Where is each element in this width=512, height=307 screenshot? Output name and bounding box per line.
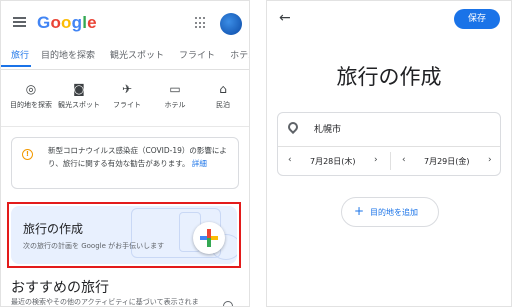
logo-letter: o	[61, 13, 72, 32]
category-hotels[interactable]: ▭ ホテル	[151, 81, 199, 115]
add-destination-label: 目的地を追加	[370, 208, 418, 217]
start-date-prev-icon[interactable]: ‹	[288, 155, 292, 165]
recommended-trips-title: おすすめの旅行	[11, 280, 109, 296]
logo-letter: G	[37, 13, 51, 32]
flight-icon: ✈	[121, 82, 133, 96]
recommended-trips-subtitle: 最近の検索やその他のアクティビティに基づいて表示されま	[11, 298, 199, 306]
back-arrow-icon[interactable]: ←	[279, 10, 291, 26]
logo-letter: e	[87, 13, 97, 32]
destination-field[interactable]: 札幌市	[314, 122, 341, 135]
apps-grid-icon[interactable]	[195, 17, 207, 29]
home-icon: ⌂	[219, 82, 227, 96]
camera-icon: ◙	[73, 82, 85, 96]
add-destination-button[interactable]: + 目的地を追加	[341, 197, 439, 227]
end-date-prev-icon[interactable]: ‹	[402, 155, 406, 165]
category-shortcuts: ◎ 目的地を探索 ◙ 観光スポット ✈ フライト ▭ ホテル ⌂ 民泊	[7, 81, 247, 115]
travel-home-screen: Google 旅行 目的地を探索 観光スポット フライト ホテル 民 ◎ 目的地…	[0, 0, 250, 307]
location-pin-icon	[285, 119, 301, 135]
tab-flights[interactable]: フライト	[169, 45, 220, 67]
create-trip-card[interactable]: 旅行の作成 次の旅行の計画を Google がお手伝いします	[11, 206, 237, 264]
info-icon[interactable]	[223, 301, 233, 306]
google-logo[interactable]: Google	[37, 13, 97, 33]
tab-travel[interactable]: 旅行	[1, 45, 32, 67]
plus-icon-part	[200, 236, 207, 240]
category-label: ホテル	[164, 101, 186, 109]
create-trip-screen: ← 保存 旅行の作成 札幌市 ‹ 7月28日(木) › ‹ 7月29日(金) ›…	[266, 0, 512, 307]
category-flights[interactable]: ✈ フライト	[103, 81, 151, 115]
category-label: 観光スポット	[58, 101, 100, 109]
covid-advisory-card: ! 新型コロナウイルス感染症（COVID-19）の影響により、旅行に関する有効な…	[11, 137, 239, 189]
advisory-details-link[interactable]: 詳細	[192, 159, 207, 168]
date-range-row: ‹ 7月28日(木) › ‹ 7月29日(金) ›	[278, 147, 500, 176]
section-divider	[1, 126, 249, 127]
end-date-next-icon[interactable]: ›	[488, 155, 492, 165]
avatar[interactable]	[220, 13, 242, 35]
tab-divider	[1, 69, 249, 70]
create-trip-title: 旅行の作成	[23, 222, 84, 236]
category-explore[interactable]: ◎ 目的地を探索	[7, 81, 55, 115]
category-label: 目的地を探索	[10, 101, 52, 109]
tab-things-to-do[interactable]: 観光スポット	[100, 45, 169, 67]
date-divider	[390, 152, 391, 170]
logo-letter: o	[50, 13, 62, 32]
top-app-bar: Google	[1, 1, 249, 41]
page-title: 旅行の作成	[336, 65, 442, 89]
category-vacation-rentals[interactable]: ⌂ 民泊	[199, 81, 247, 115]
category-label: 民泊	[216, 101, 230, 109]
hotel-icon: ▭	[169, 82, 181, 96]
start-date-next-icon[interactable]: ›	[374, 155, 378, 165]
add-icon: +	[354, 204, 365, 218]
info-warning-icon: !	[22, 149, 33, 160]
hamburger-icon[interactable]	[13, 17, 26, 27]
logo-letter: g	[71, 13, 83, 32]
tab-hotels[interactable]: ホテル	[220, 45, 249, 67]
trip-planner-highlight: 旅行の作成 次の旅行の計画を Google がお手伝いします	[7, 202, 241, 268]
start-date-field[interactable]: 7月28日(木)	[310, 156, 356, 167]
explore-icon: ◎	[25, 82, 37, 96]
advisory-text: 新型コロナウイルス感染症（COVID-19）の影響により、旅行に関する有効な勧告…	[48, 144, 234, 170]
create-trip-plus-button[interactable]	[193, 222, 225, 254]
category-label: フライト	[113, 101, 141, 109]
category-things-to-do[interactable]: ◙ 観光スポット	[55, 81, 103, 115]
end-date-field[interactable]: 7月29日(金)	[424, 156, 470, 167]
trip-details-box: 札幌市 ‹ 7月28日(木) › ‹ 7月29日(金) ›	[277, 112, 501, 176]
travel-tabs: 旅行 目的地を探索 観光スポット フライト ホテル 民	[1, 45, 249, 69]
create-trip-subtitle: 次の旅行の計画を Google がお手伝いします	[23, 242, 165, 250]
save-button[interactable]: 保存	[454, 9, 500, 29]
plus-icon-part	[211, 236, 218, 240]
tab-explore[interactable]: 目的地を探索	[31, 45, 100, 67]
